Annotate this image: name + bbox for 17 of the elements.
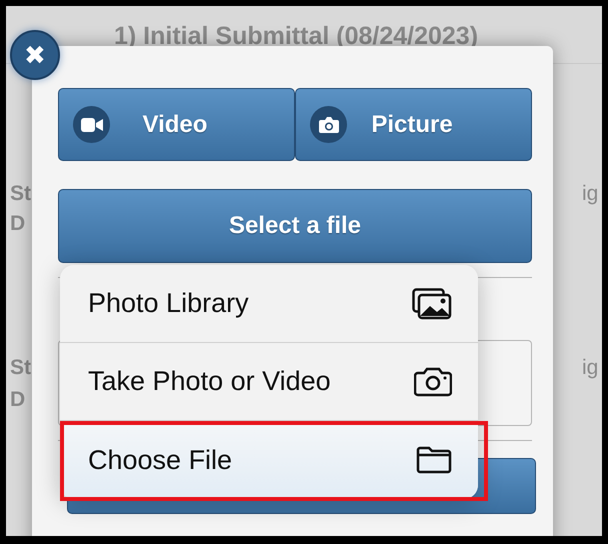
background-label: D	[10, 387, 26, 413]
select-file-button[interactable]: Select a file	[58, 189, 532, 263]
folder-icon	[416, 446, 452, 474]
video-camera-icon	[80, 116, 102, 132]
background-label: ig	[582, 181, 598, 207]
background-label: ig	[582, 355, 598, 381]
photos-icon	[412, 288, 452, 320]
video-button[interactable]: Video	[58, 88, 295, 161]
camera-icon	[318, 116, 338, 132]
picture-button[interactable]: Picture	[295, 88, 532, 161]
background-label: D	[10, 211, 26, 237]
menu-item[interactable]: Take Photo or Video	[60, 343, 478, 421]
close-button[interactable]: ✖	[10, 30, 60, 80]
background-label: St	[10, 355, 31, 381]
background-label: St	[10, 181, 31, 207]
camera-icon	[414, 366, 452, 396]
menu-item[interactable]: Photo Library	[60, 265, 478, 343]
